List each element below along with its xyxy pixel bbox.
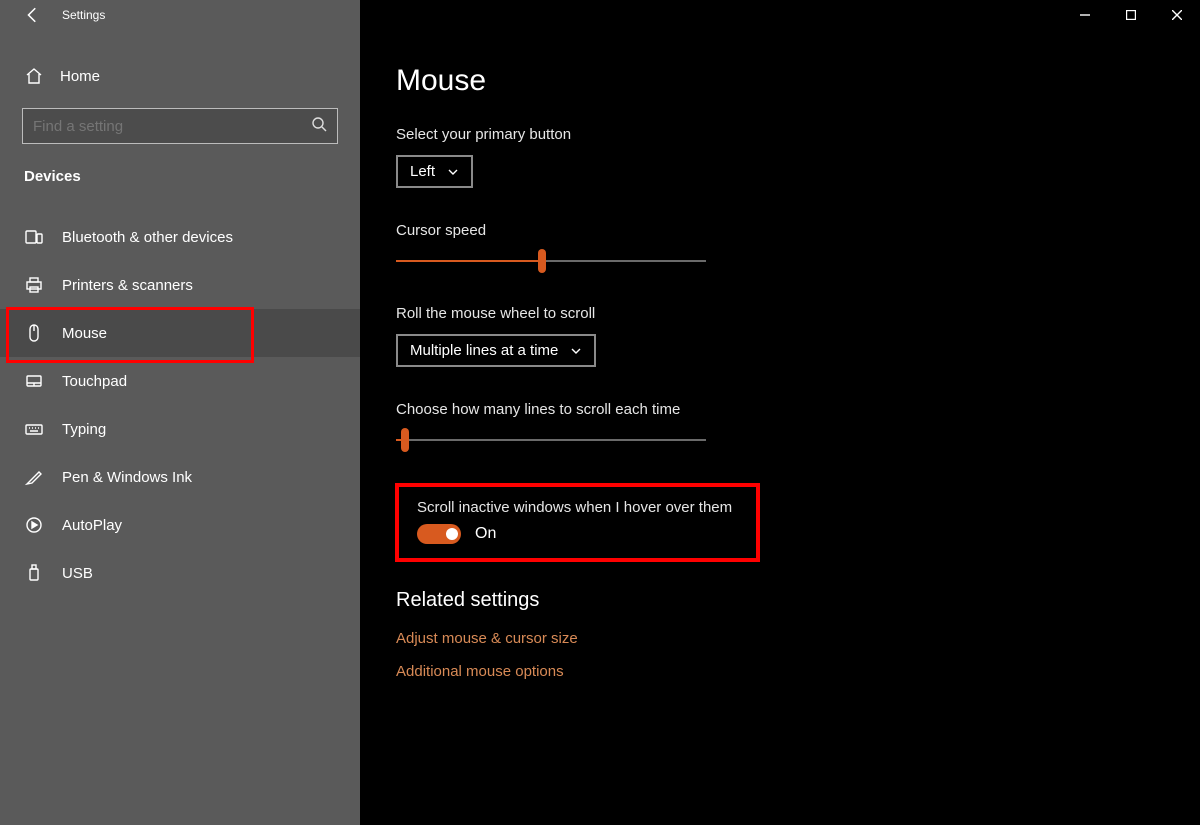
slider-thumb[interactable]	[538, 249, 546, 273]
close-button[interactable]	[1154, 0, 1200, 30]
sidebar-item-label: Touchpad	[62, 373, 127, 390]
scroll-inactive-toggle[interactable]	[417, 524, 461, 544]
sidebar-item-label: USB	[62, 565, 93, 582]
sidebar-item-bluetooth[interactable]: Bluetooth & other devices	[0, 213, 360, 261]
autoplay-icon	[24, 515, 44, 535]
sidebar-home-label: Home	[60, 68, 100, 85]
sidebar-item-printers[interactable]: Printers & scanners	[0, 261, 360, 309]
chevron-down-icon	[570, 345, 582, 357]
sidebar-item-label: Printers & scanners	[62, 277, 193, 294]
maximize-button[interactable]	[1108, 0, 1154, 30]
search-icon	[311, 116, 327, 137]
back-button[interactable]	[24, 6, 42, 24]
sidebar-item-mouse[interactable]: Mouse	[0, 309, 360, 357]
chevron-down-icon	[447, 166, 459, 178]
sidebar-item-label: Typing	[62, 421, 106, 438]
home-icon	[24, 66, 44, 86]
toggle-knob	[446, 528, 458, 540]
lines-label: Choose how many lines to scroll each tim…	[396, 401, 1200, 418]
sidebar: Home Devices Bluetooth & other devices P…	[0, 0, 360, 825]
main-content: Mouse Select your primary button Left Cu…	[360, 0, 1200, 825]
scroll-inactive-state: On	[475, 525, 496, 543]
keyboard-icon	[24, 419, 44, 439]
scroll-mode-dropdown[interactable]: Multiple lines at a time	[396, 334, 596, 367]
slider-thumb[interactable]	[401, 428, 409, 452]
scroll-inactive-section: Scroll inactive windows when I hover ove…	[396, 484, 759, 561]
titlebar: Settings	[0, 0, 1200, 30]
cursor-speed-label: Cursor speed	[396, 222, 1200, 239]
sidebar-item-touchpad[interactable]: Touchpad	[0, 357, 360, 405]
link-additional-mouse-options[interactable]: Additional mouse options	[396, 663, 1200, 680]
touchpad-icon	[24, 371, 44, 391]
primary-button-label: Select your primary button	[396, 126, 1200, 143]
sidebar-item-typing[interactable]: Typing	[0, 405, 360, 453]
usb-icon	[24, 563, 44, 583]
sidebar-item-label: AutoPlay	[62, 517, 122, 534]
page-title: Mouse	[396, 64, 1200, 98]
sidebar-item-autoplay[interactable]: AutoPlay	[0, 501, 360, 549]
sidebar-item-label: Bluetooth & other devices	[62, 229, 233, 246]
cursor-speed-slider[interactable]	[396, 251, 706, 271]
sidebar-item-label: Mouse	[62, 325, 107, 342]
scroll-mode-label: Roll the mouse wheel to scroll	[396, 305, 1200, 322]
sidebar-category: Devices	[0, 144, 360, 195]
scroll-mode-value: Multiple lines at a time	[410, 342, 558, 359]
minimize-button[interactable]	[1062, 0, 1108, 30]
link-adjust-mouse-size[interactable]: Adjust mouse & cursor size	[396, 630, 1200, 647]
related-settings-title: Related settings	[396, 589, 1200, 612]
printer-icon	[24, 275, 44, 295]
search-input[interactable]	[33, 118, 311, 135]
mouse-icon	[24, 323, 44, 343]
window-title: Settings	[62, 8, 105, 22]
slider-track	[396, 439, 706, 441]
primary-button-value: Left	[410, 163, 435, 180]
sidebar-item-label: Pen & Windows Ink	[62, 469, 192, 486]
search-box[interactable]	[22, 108, 338, 144]
sidebar-item-usb[interactable]: USB	[0, 549, 360, 597]
sidebar-nav: Bluetooth & other devices Printers & sca…	[0, 213, 360, 597]
slider-fill	[396, 260, 542, 262]
lines-slider[interactable]	[396, 430, 706, 450]
devices-icon	[24, 227, 44, 247]
primary-button-dropdown[interactable]: Left	[396, 155, 473, 188]
pen-icon	[24, 467, 44, 487]
sidebar-home[interactable]: Home	[0, 54, 360, 98]
sidebar-item-pen[interactable]: Pen & Windows Ink	[0, 453, 360, 501]
scroll-inactive-label: Scroll inactive windows when I hover ove…	[417, 499, 732, 516]
